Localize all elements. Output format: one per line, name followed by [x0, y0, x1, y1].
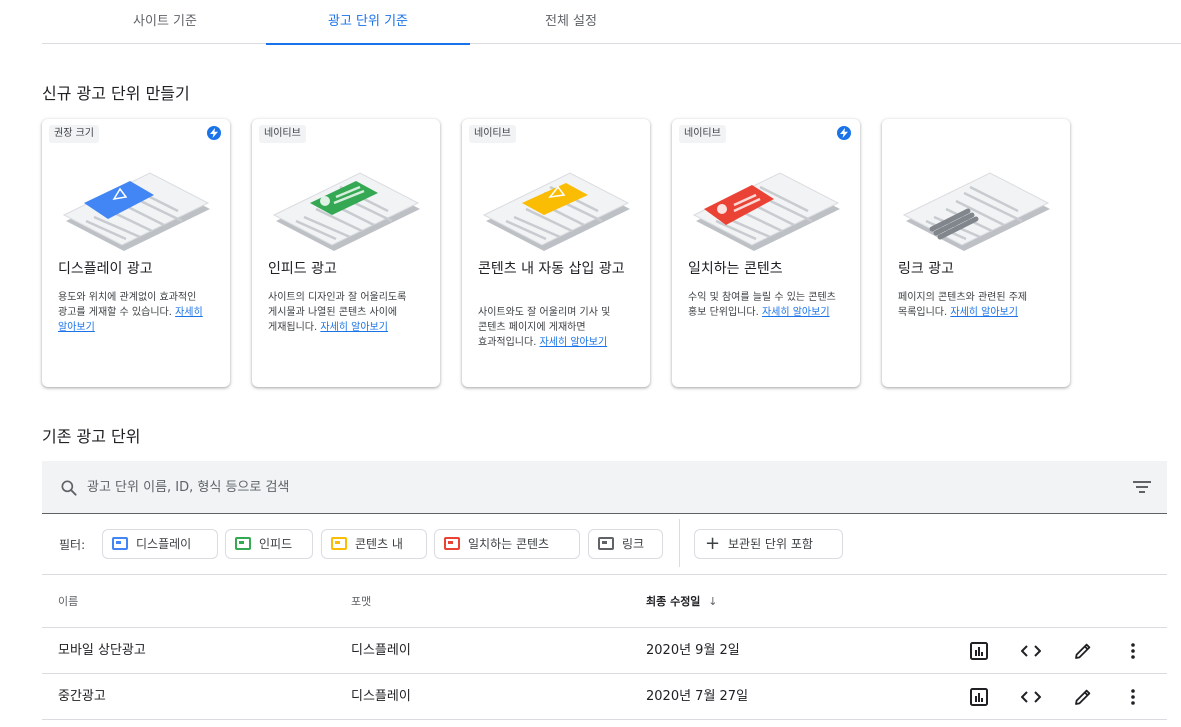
card-description: 페이지의 콘텐츠와 관련된 주제 목록입니다. 자세히 알아보기: [898, 292, 1028, 318]
more-vert-icon[interactable]: [1121, 639, 1145, 663]
card-title: 콘텐츠 내 자동 삽입 광고: [478, 261, 625, 277]
filter-chip-in-article[interactable]: 콘텐츠 내: [321, 529, 427, 559]
edit-pencil-icon[interactable]: [1071, 685, 1095, 709]
ad-format-illustration: [482, 172, 630, 251]
card-tag: 네이티브: [259, 125, 306, 143]
display-format-icon: [112, 537, 128, 550]
ad-unit-format: 디스플레이: [351, 689, 411, 704]
filter-chip-matched-content[interactable]: 일치하는 콘텐츠: [434, 529, 580, 559]
ad-unit-name[interactable]: 모바일 상단광고: [58, 628, 146, 673]
card-title: 일치하는 콘텐츠: [688, 261, 783, 277]
card-tag: 권장 크기: [49, 125, 99, 143]
more-vert-icon[interactable]: [1121, 685, 1145, 709]
lightning-icon: [207, 126, 221, 140]
filter-chip-link[interactable]: 링크: [588, 529, 663, 559]
tab-bar: 사이트 기준 광고 단위 기준 전체 설정: [42, 0, 1181, 45]
tab-site[interactable]: 사이트 기준: [82, 0, 248, 44]
plus-icon: +: [705, 533, 721, 554]
lightning-icon: [837, 126, 851, 140]
filter-label: 필터:: [59, 538, 86, 552]
tab-ad-unit[interactable]: 광고 단위 기준: [266, 0, 470, 45]
ad-format-illustration: [272, 172, 420, 251]
table-row[interactable]: 모바일 상단광고 디스플레이 2020년 9월 2일: [42, 628, 1167, 674]
ad-format-illustration: [902, 172, 1050, 251]
learn-more-link[interactable]: 자세히 알아보기: [320, 322, 388, 333]
column-header-format[interactable]: 포맷: [351, 593, 371, 609]
search-icon: [59, 478, 79, 502]
card-tag: 네이티브: [679, 125, 726, 143]
ad-type-card-in-article[interactable]: 네이티브 콘텐츠 내 자동 삽입 광고사이트와도 잘 어울리며 기사 및 콘텐츠…: [462, 119, 650, 387]
ad-unit-modified-date: 2020년 9월 2일: [646, 643, 740, 658]
card-title: 링크 광고: [898, 261, 954, 277]
filter-chip-display[interactable]: 디스플레이: [102, 529, 218, 559]
card-description: 용도와 위치에 관계없이 효과적인 광고를 게재할 수 있습니다. 자세히 알아…: [58, 292, 203, 333]
ad-unit-modified-date: 2020년 7월 27일: [646, 689, 749, 704]
edit-pencil-icon[interactable]: [1071, 639, 1095, 663]
card-tag: 네이티브: [469, 125, 516, 143]
search-bar: [42, 461, 1167, 514]
card-description: 수익 및 참여를 늘릴 수 있는 콘텐츠 홍보 단위입니다. 자세히 알아보기: [688, 292, 836, 318]
ad-format-illustration: [62, 172, 210, 251]
ad-type-card-display[interactable]: 권장 크기 디스플레이 광고용도와 위치에 관계없이 효과적인 광고를 게재할 …: [42, 119, 230, 387]
in-article-format-icon: [331, 537, 347, 550]
infeed-format-icon: [235, 537, 251, 550]
existing-section-title: 기존 광고 단위: [42, 427, 141, 446]
code-icon[interactable]: [1019, 639, 1043, 663]
learn-more-link[interactable]: 자세히 알아보기: [950, 307, 1018, 318]
include-archived-button[interactable]: + 보관된 단위 포함: [694, 529, 843, 559]
report-icon[interactable]: [967, 639, 991, 663]
learn-more-link[interactable]: 자세히 알아보기: [540, 337, 608, 348]
ad-unit-name[interactable]: 중간광고: [58, 674, 106, 719]
search-input[interactable]: [87, 461, 987, 513]
table-row[interactable]: 중간광고 디스플레이 2020년 7월 27일: [42, 674, 1167, 720]
link-format-icon: [598, 537, 614, 550]
ad-type-card-matched-content[interactable]: 네이티브 일치하는 콘텐츠수익 및 참여를 늘릴 수 있는 콘텐츠 홍보 단위입…: [672, 119, 860, 387]
filter-divider: [679, 519, 680, 567]
ad-format-illustration: [692, 172, 840, 251]
column-header-name[interactable]: 이름: [58, 593, 78, 609]
filter-list-icon[interactable]: [1133, 479, 1151, 499]
code-icon[interactable]: [1019, 685, 1043, 709]
card-description: 사이트의 디자인과 잘 어울리도록 게시물과 나열된 콘텐츠 사이에 게재됩니다…: [268, 292, 407, 333]
filter-chip-infeed[interactable]: 인피드: [225, 529, 313, 559]
ad-type-card-infeed[interactable]: 네이티브 인피드 광고사이트의 디자인과 잘 어울리도록 게시물과 나열된 콘텐…: [252, 119, 440, 387]
column-header-modified[interactable]: 최종 수정일 ↓: [646, 593, 718, 609]
sort-arrow-icon: ↓: [708, 595, 718, 608]
report-icon[interactable]: [967, 685, 991, 709]
ad-type-card-link[interactable]: 링크 광고페이지의 콘텐츠와 관련된 주제 목록입니다. 자세히 알아보기: [882, 119, 1070, 387]
learn-more-link[interactable]: 자세히 알아보기: [762, 307, 830, 318]
card-description: 사이트와도 잘 어울리며 기사 및 콘텐츠 페이지에 게재하면 효과적입니다. …: [478, 307, 611, 348]
matched-content-format-icon: [444, 537, 460, 550]
card-title: 디스플레이 광고: [58, 261, 153, 277]
filter-bar: 필터: 디스플레이 인피드 콘텐츠 내 일치하는 콘텐츠 링크 + 보관된 단위 …: [42, 515, 1167, 575]
tab-global-settings[interactable]: 전체 설정: [488, 0, 654, 44]
ad-unit-format: 디스플레이: [351, 643, 411, 658]
card-title: 인피드 광고: [268, 261, 337, 277]
create-section-title: 신규 광고 단위 만들기: [42, 84, 190, 103]
